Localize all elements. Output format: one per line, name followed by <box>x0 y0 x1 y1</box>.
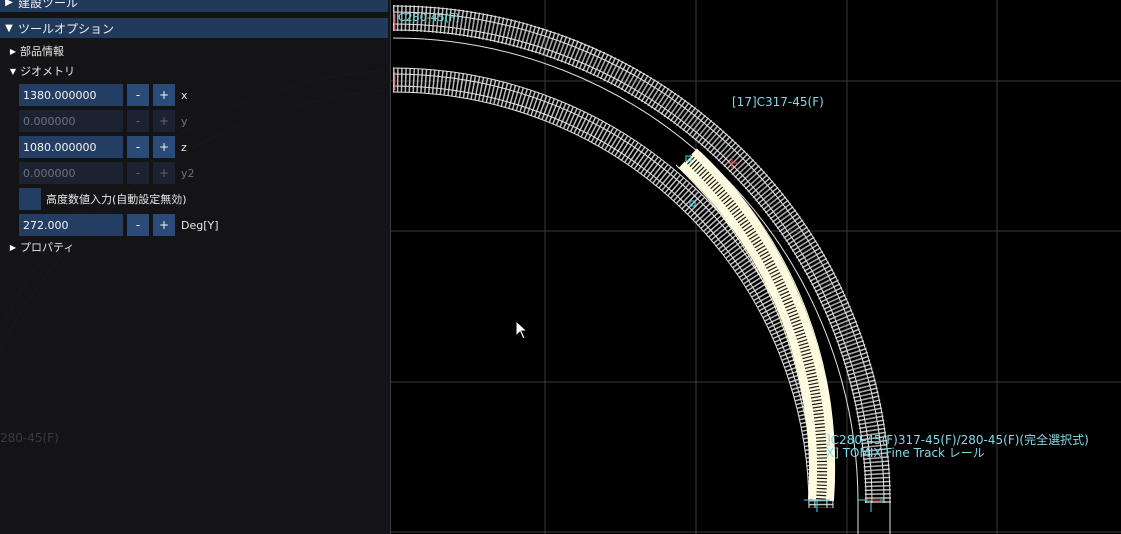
selected-track[interactable] <box>675 148 836 501</box>
mouse-cursor-icon <box>515 320 529 340</box>
expand-arrow-icon: ▶ <box>9 46 17 56</box>
y2-decrement-button: - <box>127 162 149 184</box>
y2-axis-label: y2 <box>181 166 195 180</box>
height-input-checkbox[interactable] <box>19 188 41 210</box>
tool-options-header[interactable]: ▼ ツールオプション <box>0 18 388 38</box>
angle-decrement-button[interactable]: - <box>127 214 149 236</box>
collapse-arrow-icon: ▼ <box>9 66 17 76</box>
track-label-top: C280-45(F) <box>398 11 460 24</box>
field-row-x: - + x <box>19 84 188 106</box>
expand-arrow-icon: ▶ <box>9 242 17 252</box>
collapse-arrow-icon: ▼ <box>5 22 13 34</box>
selection-info-line2: X] TOMIX Fine Track レール <box>826 446 985 460</box>
y2-increment-button: + <box>153 162 175 184</box>
y-input <box>19 110 123 132</box>
tool-options-panel: 280-45(F) ▶ 建設ツール ▼ ツールオプション ▶ 部品情報 ▼ ジオ… <box>0 0 391 534</box>
height-input-label: 高度数値入力(自動設定無効) <box>46 193 187 206</box>
x-input[interactable] <box>19 84 123 106</box>
tree-item-properties[interactable]: ▶ プロパティ <box>6 238 74 256</box>
y2-input <box>19 162 123 184</box>
z-decrement-button[interactable]: - <box>127 136 149 158</box>
y-decrement-button: - <box>127 110 149 132</box>
angle-increment-button[interactable]: + <box>153 214 175 236</box>
properties-label: プロパティ <box>20 241 75 254</box>
field-row-y: - + y <box>19 110 188 132</box>
track-label-c317: [17]C317-45(F) <box>732 95 824 109</box>
x-axis-label: x <box>181 88 188 102</box>
tree-item-part-info[interactable]: ▶ 部品情報 <box>6 42 64 60</box>
ghost-track-label: 280-45(F) <box>0 431 59 445</box>
field-row-y2: - + y2 <box>19 162 195 184</box>
angle-axis-label: Deg[Y] <box>181 218 219 232</box>
inner-curve-track[interactable] <box>392 67 834 509</box>
part-info-label: 部品情報 <box>20 45 64 58</box>
z-input[interactable] <box>19 136 123 158</box>
build-tools-label: 建設ツール <box>18 0 79 10</box>
angle-input[interactable] <box>19 214 123 236</box>
x-decrement-button[interactable]: - <box>127 84 149 106</box>
expand-arrow-icon: ▶ <box>5 0 13 8</box>
z-axis-label: z <box>181 140 187 154</box>
field-row-angle: - + Deg[Y] <box>19 214 219 236</box>
z-increment-button[interactable]: + <box>153 136 175 158</box>
build-tools-header[interactable]: ▶ 建設ツール <box>0 0 388 12</box>
tool-options-label: ツールオプション <box>18 21 115 36</box>
y-axis-label: y <box>181 114 188 128</box>
geometry-label: ジオメトリ <box>20 65 75 78</box>
tree-item-geometry[interactable]: ▼ ジオメトリ <box>6 62 75 80</box>
height-input-option: 高度数値入力(自動設定無効) <box>19 188 187 210</box>
x-increment-button[interactable]: + <box>153 84 175 106</box>
y-increment-button: + <box>153 110 175 132</box>
field-row-z: - + z <box>19 136 187 158</box>
